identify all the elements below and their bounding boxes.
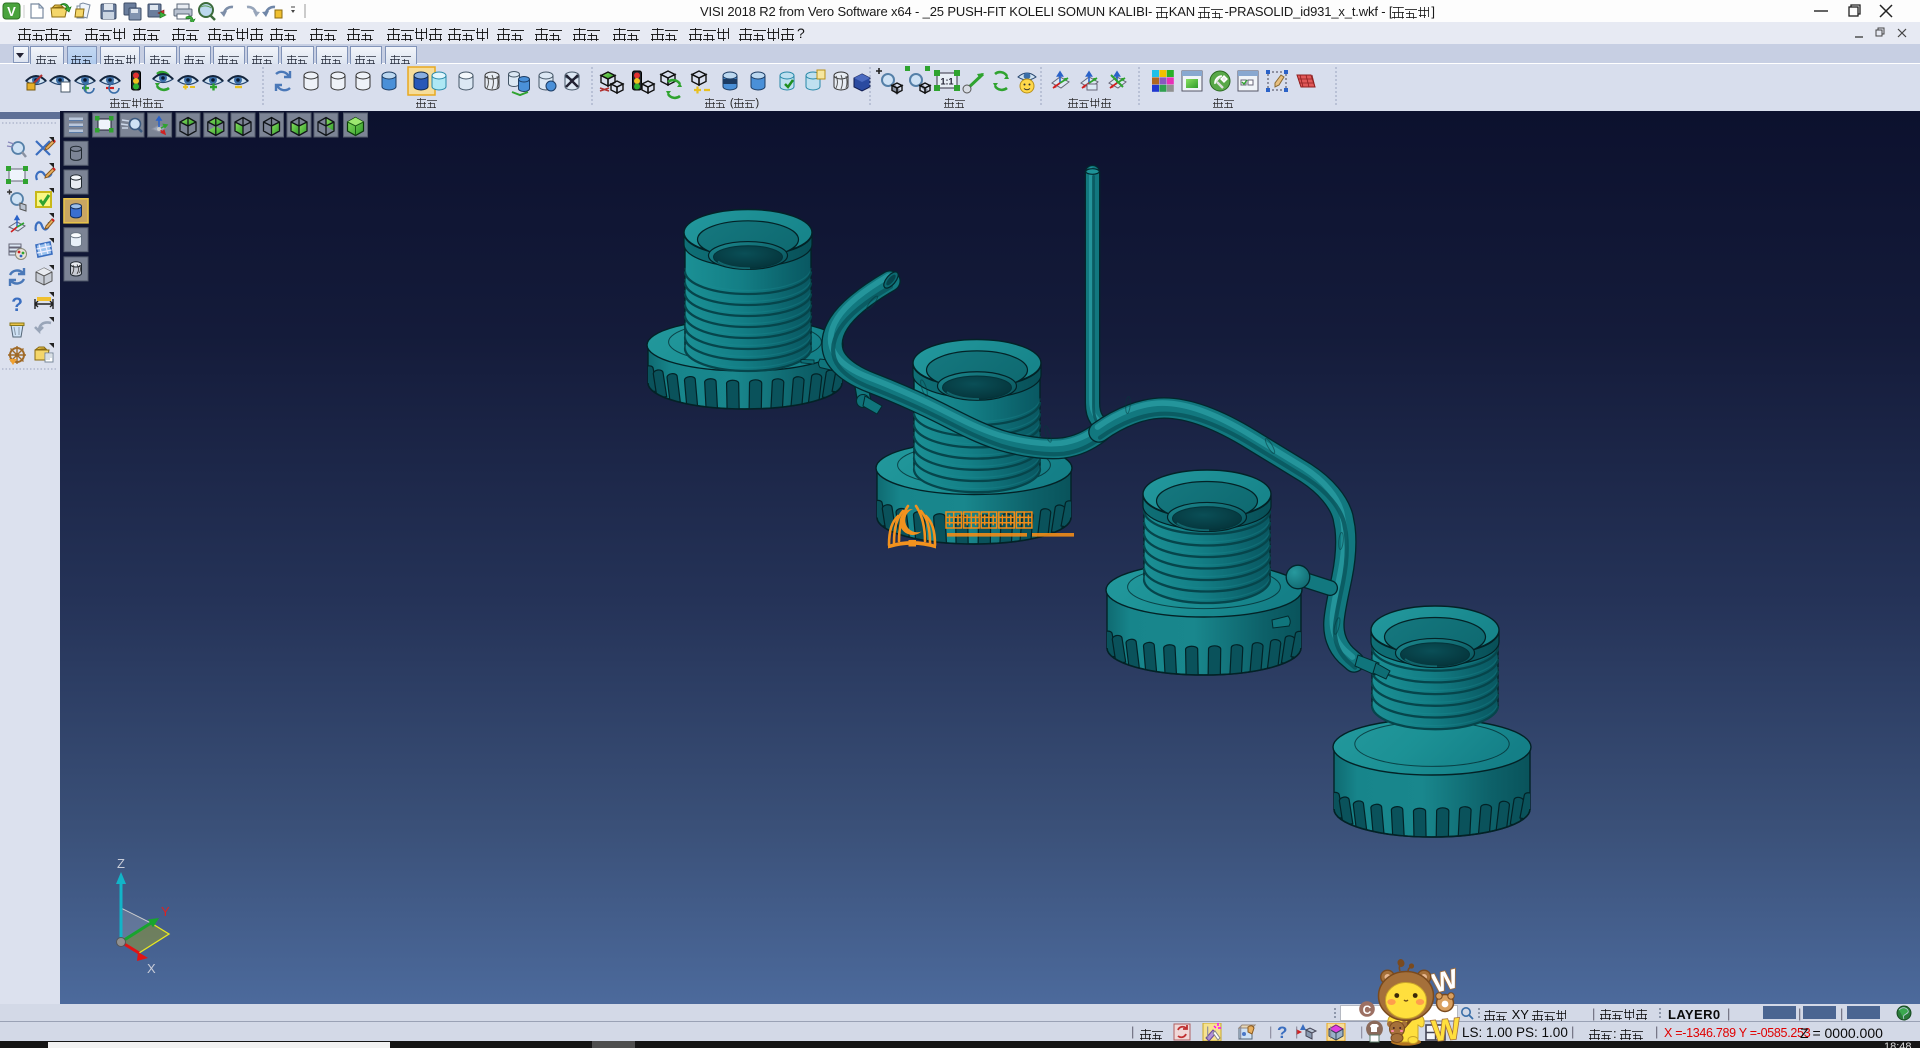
svg-text:Y: Y — [161, 904, 170, 919]
svg-text:1:1: 1:1 — [940, 77, 953, 87]
svg-text:C: C — [1363, 1003, 1372, 1017]
svg-text:?: ? — [11, 295, 23, 316]
svg-text:V: V — [7, 4, 16, 19]
svg-text:X: X — [147, 961, 156, 976]
svg-text:?: ? — [1277, 1023, 1287, 1041]
svg-text:Z: Z — [117, 856, 125, 871]
svg-text:W: W — [1430, 1012, 1462, 1048]
